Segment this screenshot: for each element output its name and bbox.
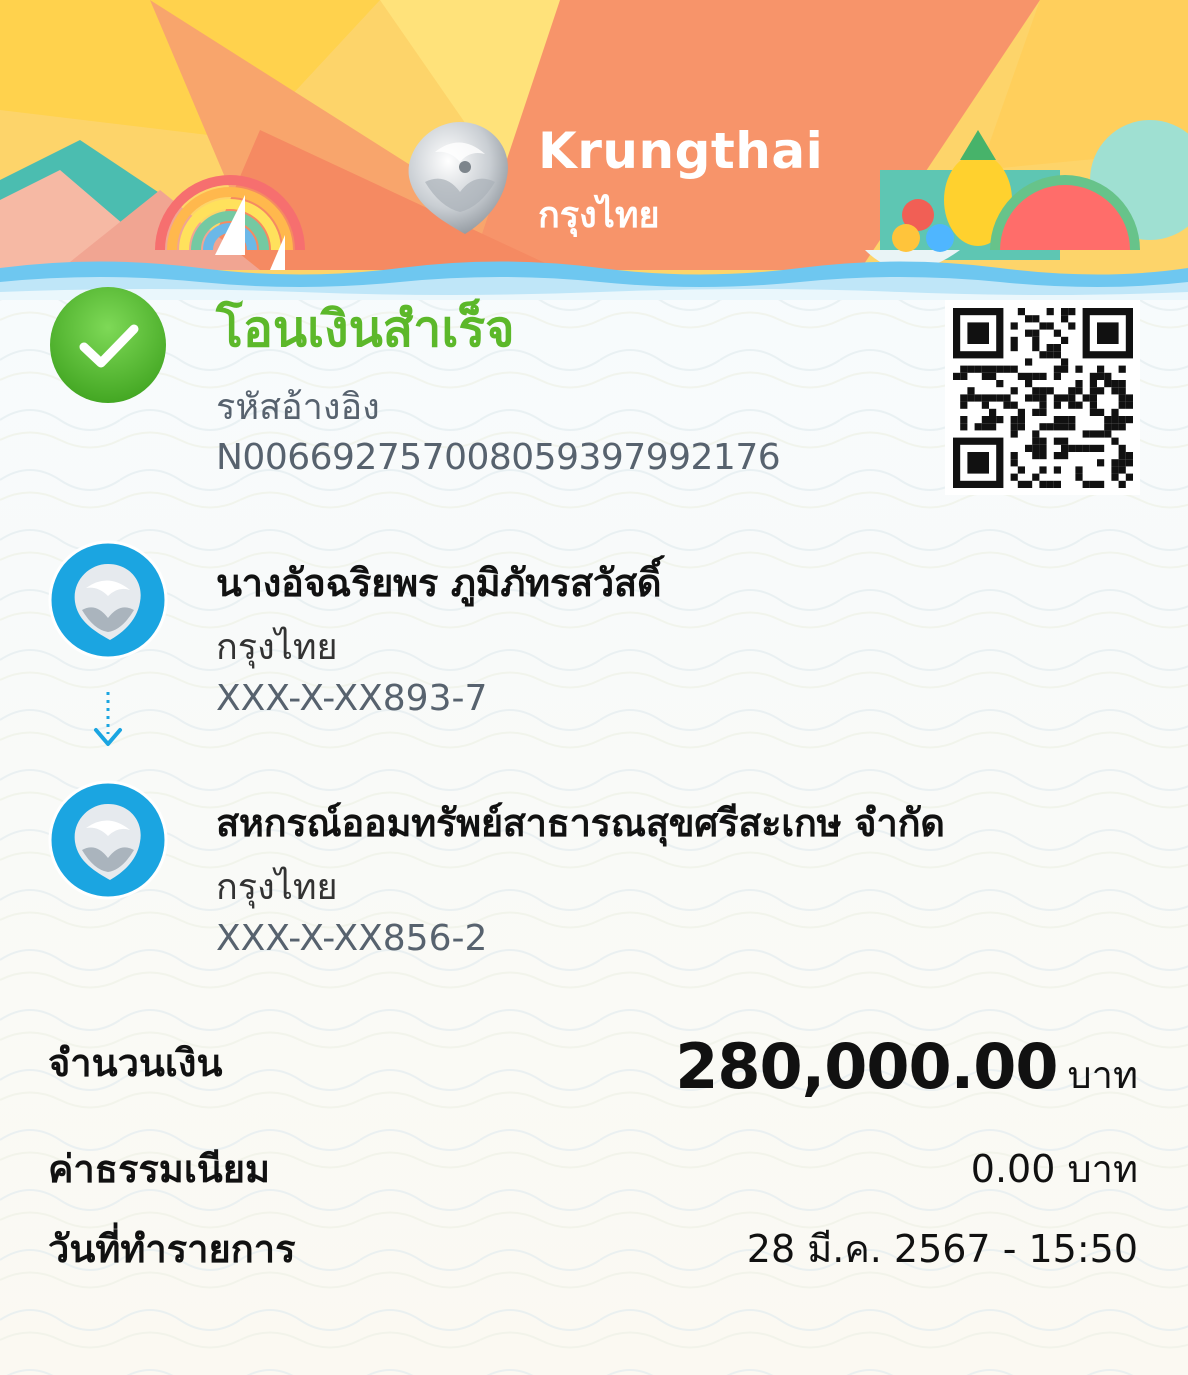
amount-unit: บาท [1067, 1053, 1138, 1097]
fee-value: 0.00 บาท [970, 1147, 1138, 1191]
reference-number: N006692757008059397992176 [216, 437, 781, 478]
sender-bank-avatar [48, 540, 168, 660]
sender-name: นางอัจฉริยพร ภูมิภัทรสวัสดิ์ [216, 561, 662, 605]
receiver-name: สหกรณ์ออมทรัพย์สาธารณสุขศรีสะเกษ จำกัด [216, 801, 945, 845]
amount-label: จำนวนเงิน [48, 1041, 223, 1085]
arrow-down-icon [94, 692, 122, 746]
brand-name-en: Krungthai [538, 122, 824, 180]
transfer-slip: Krungthai กรุงไทย โอนเงินสำเร็จ รหัสอ้าง… [0, 0, 1188, 1375]
date-label: วันที่ทำรายการ [48, 1227, 296, 1271]
fee-label: ค่าธรรมเนียม [48, 1147, 271, 1191]
date-value: 28 มี.ค. 2567 - 15:50 [746, 1227, 1138, 1271]
status-title: โอนเงินสำเร็จ [216, 300, 515, 358]
reference-label: รหัสอ้างอิง [216, 387, 380, 428]
sender-account: XXX-X-XX893-7 [216, 678, 488, 719]
amount-value-row: 280,000.00 บาท [675, 1030, 1138, 1105]
brand-logo: Krungthai กรุงไทย [395, 112, 823, 252]
receiver-bank: กรุงไทย [216, 867, 338, 908]
amount-value: 280,000.00 [675, 1030, 1058, 1103]
receiver-account: XXX-X-XX856-2 [216, 918, 488, 959]
receiver-bank-avatar [48, 780, 168, 900]
krungthai-phoenix-icon [408, 122, 508, 234]
brand-name-th: กรุงไทย [538, 195, 660, 236]
check-circle-icon [50, 287, 166, 403]
sender-bank: กรุงไทย [216, 627, 338, 668]
qr-code-icon[interactable] [945, 300, 1140, 495]
